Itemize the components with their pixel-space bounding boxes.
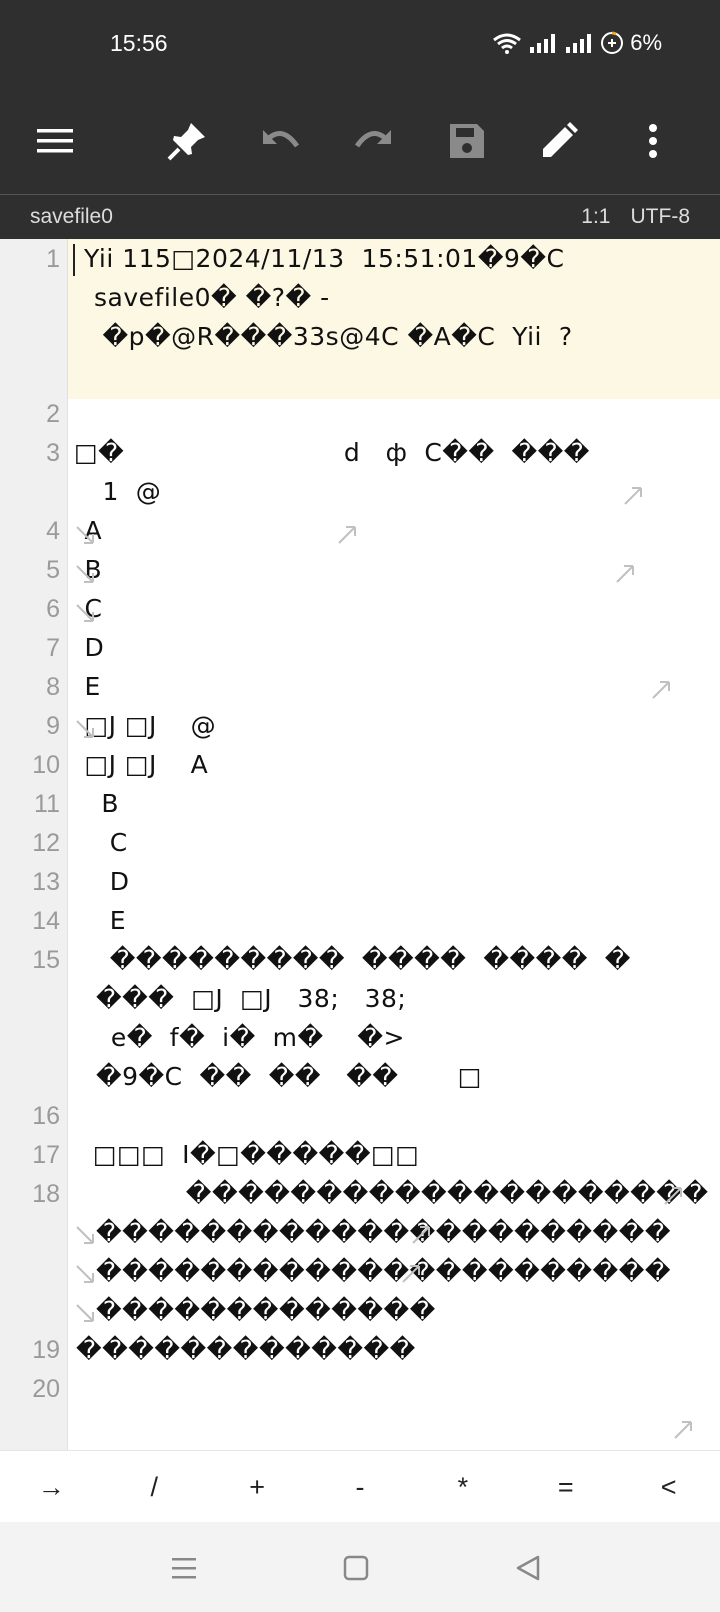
line-number: 13 — [32, 868, 60, 896]
text-row: ���������������������� — [96, 1257, 671, 1286]
wrap-end-icon — [616, 565, 634, 583]
recent-apps-icon[interactable] — [164, 1548, 204, 1588]
toolbar — [0, 90, 720, 195]
text-row: E — [76, 906, 127, 935]
key-asterisk[interactable]: * — [411, 1451, 514, 1522]
file-status: 1:1 UTF-8 — [581, 205, 690, 229]
wrap-start-icon — [76, 1265, 94, 1283]
text-row: Yii 115□2024/11/13 15:51:01�9�C — [84, 244, 565, 273]
file-name: savefile0 — [30, 205, 113, 228]
wrap-start-icon — [76, 604, 94, 622]
status-bar: 15:56 6% — [0, 0, 720, 90]
edit-icon[interactable] — [528, 110, 590, 172]
status-icons: 6% — [492, 30, 662, 56]
text-row: �������������������� — [76, 1179, 709, 1208]
menu-icon[interactable] — [24, 110, 86, 172]
line-number: 1 — [46, 245, 60, 273]
text-row: □□□ I�□�����□□ — [76, 1140, 420, 1169]
text-row: □J □J @ — [76, 711, 217, 740]
text-row: ������������� — [96, 1296, 436, 1325]
key-slash[interactable]: / — [103, 1451, 206, 1522]
encoding: UTF-8 — [630, 205, 691, 228]
wrap-start-icon — [76, 565, 94, 583]
text-row: ��������� ���� ���� � — [76, 945, 631, 974]
line-number: 7 — [46, 634, 60, 662]
text-row: D — [76, 633, 105, 662]
text-row: ��� □J □J 38; 38; — [96, 984, 407, 1013]
text-row: □� d ф C�� ��� — [74, 438, 590, 467]
text-row: □J □J A — [76, 750, 209, 779]
more-icon[interactable] — [622, 110, 684, 172]
text-row: C — [76, 828, 128, 857]
signal-icon — [528, 32, 558, 54]
text-row: e� f� i� m� �> — [94, 1023, 405, 1052]
line-number: 4 — [46, 517, 60, 545]
wrap-end-icon — [624, 487, 642, 505]
wrap-end-icon — [338, 526, 356, 544]
home-icon[interactable] — [336, 1548, 376, 1588]
text-editor[interactable]: 1 2 3 4 5 6 7 8 9 10 11 12 13 14 15 16 1… — [0, 239, 720, 1450]
save-icon[interactable] — [436, 110, 498, 172]
text-cursor — [73, 244, 75, 276]
line-number: 3 — [46, 439, 60, 467]
line-number: 19 — [32, 1336, 60, 1364]
line-number: 9 — [46, 712, 60, 740]
line-number: 20 — [32, 1375, 60, 1403]
battery-saver-icon — [600, 31, 624, 55]
text-row: savefile0� �?� - — [94, 283, 330, 312]
status-time: 15:56 — [110, 30, 168, 56]
navigation-bar — [0, 1522, 720, 1612]
back-icon[interactable] — [508, 1548, 548, 1588]
wrap-start-icon — [76, 1226, 94, 1244]
text-row: B — [76, 789, 119, 818]
text-row: ���������������������� — [96, 1218, 671, 1247]
key-arrow[interactable]: → — [0, 1451, 103, 1522]
key-minus[interactable]: - — [309, 1451, 412, 1522]
text-row: �p�@R���33s@4C �A�C Yii ? — [94, 322, 573, 351]
wrap-end-icon — [664, 1187, 682, 1205]
redo-icon[interactable] — [342, 110, 404, 172]
line-number: 17 — [32, 1141, 60, 1169]
cursor-position: 1:1 — [581, 205, 611, 228]
text-row: D — [76, 867, 130, 896]
wrap-start-icon — [76, 1304, 94, 1322]
line-number: 16 — [32, 1102, 60, 1130]
wrap-end-icon — [652, 681, 670, 699]
signal-icon — [564, 32, 594, 54]
line-number: 5 — [46, 556, 60, 584]
text-row: 1 @ — [94, 477, 162, 506]
key-plus[interactable]: + — [206, 1451, 309, 1522]
text-row: ������������� — [76, 1335, 416, 1364]
battery-percent: 6% — [630, 30, 662, 55]
text-row: �9�C �� �� �� □ — [96, 1062, 482, 1091]
line-number: 11 — [34, 790, 60, 818]
key-equals[interactable]: = — [514, 1451, 617, 1522]
line-number: 18 — [32, 1180, 60, 1208]
wrap-start-icon — [76, 526, 94, 544]
wifi-icon — [492, 32, 522, 54]
wrap-end-icon — [402, 1265, 420, 1283]
line-number: 10 — [32, 751, 60, 779]
undo-icon[interactable] — [250, 110, 312, 172]
line-number: 14 — [32, 907, 60, 935]
symbol-key-row: → / + - * = < — [0, 1450, 720, 1522]
line-number: 15 — [32, 946, 60, 974]
line-number: 2 — [46, 400, 60, 428]
line-number: 12 — [32, 829, 60, 857]
line-number: 6 — [46, 595, 60, 623]
line-number: 8 — [46, 673, 60, 701]
pin-icon[interactable] — [156, 110, 218, 172]
wrap-start-icon — [76, 720, 94, 738]
text-row: E — [76, 672, 101, 701]
key-less-than[interactable]: < — [617, 1451, 720, 1522]
file-info-bar: savefile0 1:1 UTF-8 — [0, 195, 720, 239]
wrap-end-icon — [412, 1226, 430, 1244]
wrap-end-icon — [674, 1421, 692, 1439]
